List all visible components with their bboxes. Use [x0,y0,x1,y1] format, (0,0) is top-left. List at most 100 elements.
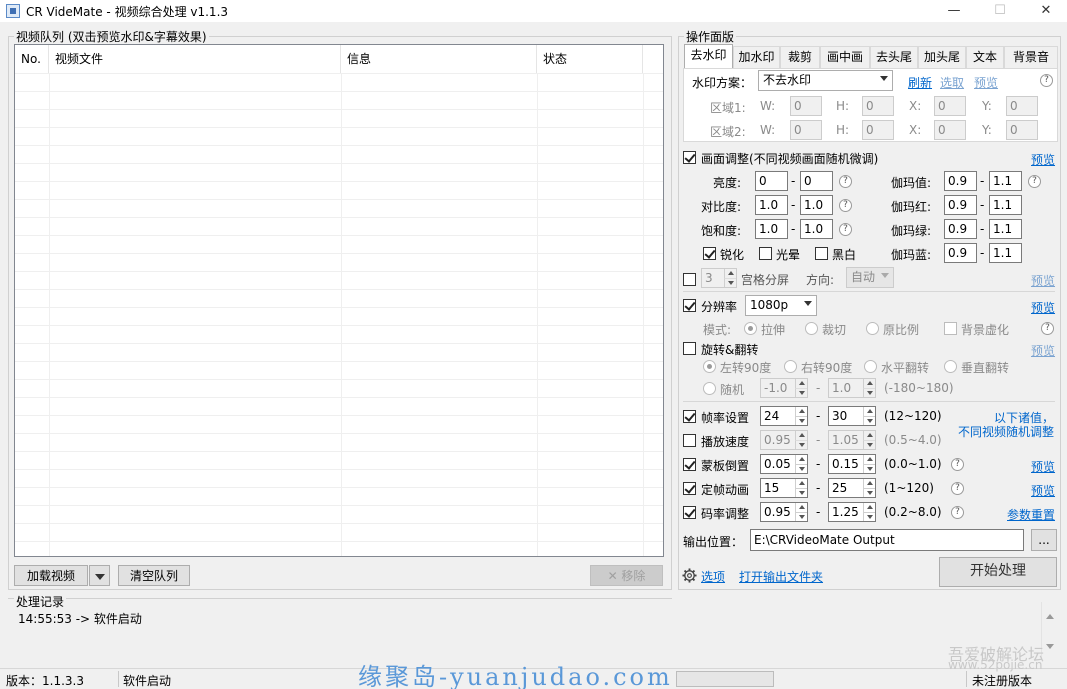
random-rotate-radio[interactable] [703,382,716,395]
speed-checkbox[interactable] [683,434,696,447]
adjust-checkbox[interactable] [683,151,696,164]
gamma-max-input[interactable]: 1.1 [989,171,1022,191]
start-button[interactable]: 开始处理 [939,557,1057,587]
table-row[interactable] [15,487,663,505]
spin-up-icon[interactable] [863,379,875,388]
help-icon[interactable]: ? [951,458,964,471]
table-row[interactable] [15,469,663,487]
table-row[interactable] [15,325,663,343]
spin-down-icon[interactable] [795,464,807,473]
spin-up-icon[interactable] [795,379,807,388]
table-row[interactable] [15,451,663,469]
speed-max-spinner[interactable]: 1.05 [828,430,876,450]
sharpen-checkbox[interactable] [703,247,716,260]
table-row[interactable] [15,199,663,217]
resolution-preview-link[interactable]: 预览 [1031,299,1055,316]
gamma-green-min-input[interactable]: 0.9 [944,219,977,239]
col-file[interactable]: 视频文件 [49,45,341,73]
table-row[interactable] [15,253,663,271]
region1-y-input[interactable]: 0 [1006,96,1038,116]
help-icon[interactable]: ? [839,199,852,212]
output-path-input[interactable]: E:\CRVideoMate Output [750,529,1024,551]
spin-down-icon[interactable] [795,512,807,521]
mask-max-spinner[interactable]: 0.15 [828,454,876,474]
mask-min-spinner[interactable]: 0.05 [760,454,808,474]
table-row[interactable] [15,163,663,181]
vflip-radio[interactable] [944,360,957,373]
rotate-checkbox[interactable] [683,342,696,355]
spin-up-icon[interactable] [863,455,875,464]
region2-h-input[interactable]: 0 [862,120,894,140]
hflip-radio[interactable] [864,360,877,373]
spin-up-icon[interactable] [863,479,875,488]
tab-text[interactable]: 文本 [966,46,1004,68]
watermark-preview-link[interactable]: 预览 [974,74,998,91]
help-icon[interactable]: ? [839,175,852,188]
bitrate-max-spinner[interactable]: 1.25 [828,502,876,522]
table-row[interactable] [15,217,663,235]
bg-blur-checkbox[interactable] [944,322,957,335]
rotate-max-spinner[interactable]: 1.0 [828,378,876,398]
contrast-min-input[interactable]: 1.0 [755,195,788,215]
grid-checkbox[interactable] [683,273,696,286]
open-output-link[interactable]: 打开输出文件夹 [739,568,823,585]
spin-up-icon[interactable] [863,431,875,440]
table-row[interactable] [15,145,663,163]
saturation-max-input[interactable]: 1.0 [800,219,833,239]
table-row[interactable] [15,523,663,541]
spin-up-icon[interactable] [863,503,875,512]
video-queue-list[interactable]: No. 视频文件 信息 状态 [14,44,664,557]
fps-max-spinner[interactable]: 30 [828,406,876,426]
anim-preview-link[interactable]: 预览 [1031,482,1055,499]
table-row[interactable] [15,109,663,127]
table-row[interactable] [15,307,663,325]
table-row[interactable] [15,271,663,289]
help-icon[interactable]: ? [1040,74,1053,87]
gamma-green-max-input[interactable]: 1.1 [989,219,1022,239]
spin-up-icon[interactable] [795,431,807,440]
tab-crop[interactable]: 裁剪 [780,46,820,68]
tab-bgm[interactable]: 背景音 [1004,46,1058,68]
table-row[interactable] [15,397,663,415]
remove-button[interactable]: ✕ 移除 [590,565,663,586]
region1-x-input[interactable]: 0 [934,96,966,116]
region2-x-input[interactable]: 0 [934,120,966,140]
spin-down-icon[interactable] [863,416,875,425]
bw-checkbox[interactable] [815,247,828,260]
fps-min-spinner[interactable]: 24 [760,406,808,426]
table-row[interactable] [15,415,663,433]
direction-select[interactable]: 自动 [846,267,894,288]
gamma-min-input[interactable]: 0.9 [944,171,977,191]
options-link[interactable]: 选项 [701,568,725,585]
table-row[interactable] [15,289,663,307]
table-row[interactable] [15,235,663,253]
spin-down-icon[interactable] [795,488,807,497]
spin-down-icon[interactable] [863,388,875,397]
mode-crop-radio[interactable] [805,322,818,335]
table-row[interactable] [15,343,663,361]
grid-count-spinner[interactable]: 3 [701,268,737,288]
table-row[interactable] [15,379,663,397]
reset-params-link[interactable]: 参数重置 [1007,506,1055,523]
saturation-min-input[interactable]: 1.0 [755,219,788,239]
grid-preview-link[interactable]: 预览 [1031,272,1055,289]
bitrate-checkbox[interactable] [683,506,696,519]
table-row[interactable] [15,181,663,199]
tab-pip[interactable]: 画中画 [820,46,870,68]
spin-down-icon[interactable] [795,440,807,449]
right90-radio[interactable] [784,360,797,373]
maximize-button[interactable]: ☐ [977,0,1023,22]
tab-add-watermark[interactable]: 加水印 [733,46,780,68]
load-video-dropdown[interactable] [89,565,110,586]
scroll-down-icon[interactable] [1046,644,1054,649]
glow-checkbox[interactable] [759,247,772,260]
scheme-select[interactable]: 不去水印 [758,70,893,91]
spin-up-icon[interactable] [795,503,807,512]
tab-remove-watermark[interactable]: 去水印 [684,44,733,69]
spin-up-icon[interactable] [863,407,875,416]
help-icon[interactable]: ? [1028,175,1041,188]
table-row[interactable] [15,505,663,523]
browse-button[interactable]: ... [1031,529,1057,551]
resolution-checkbox[interactable] [683,299,696,312]
brightness-max-input[interactable]: 0 [800,171,833,191]
